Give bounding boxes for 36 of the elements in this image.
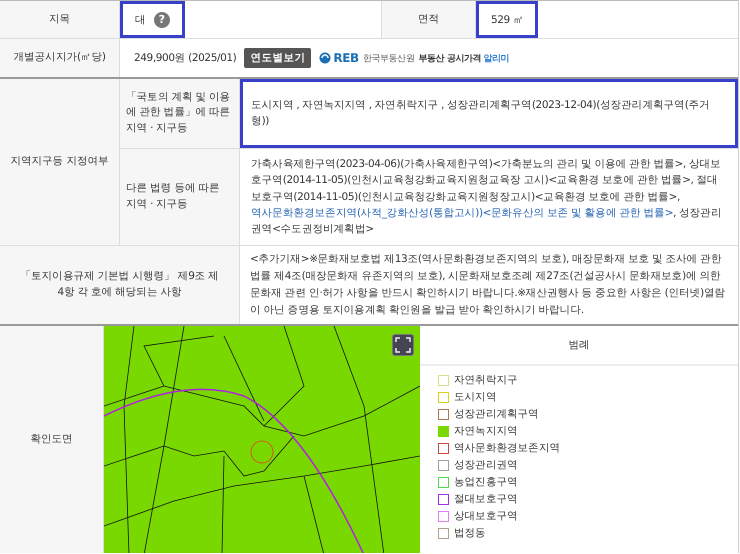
- row-label: 「토지이용규제 기본법 시행령」 제9조 제4항 각 호에 해당되는 사항: [0, 246, 240, 324]
- location-circle-icon: [250, 440, 274, 464]
- help-icon[interactable]: ?: [154, 12, 170, 28]
- row-label: 개별공시지가(㎡당): [0, 39, 120, 77]
- legend-label: 도시지역: [454, 390, 496, 405]
- legend-label: 성장관리계획구역: [454, 407, 539, 422]
- fullscreen-button[interactable]: [392, 334, 414, 356]
- logo-icon: [319, 52, 332, 64]
- yearly-view-button[interactable]: 연도별보기: [244, 48, 312, 68]
- legend-label: 자연녹지지역: [454, 424, 518, 439]
- logo-mark: REB: [333, 51, 359, 65]
- land-category-value: 대: [135, 12, 146, 26]
- row-label: 지목: [0, 1, 120, 38]
- regulation-text: <추가기재>※문화재보호법 제13조(역사문화환경보존지역의 보호), 매장문화재 보호 및 조사에 관한 법률 제4조(매장문화재 유존지역의 보호), 시문화재보호조례 제27조(건설공사시 문화재보호)에 의한 문화재 관련 인·허가 사항을 반드시 확인하시기 바랍니다.※재산권행사 등 중요한 사항은 (인터넷)열람이 아닌 증명용 토지이용계획 확인원을 발급 받아 확인하시기 바랍니다.: [249, 252, 726, 318]
- row-label: 면적: [381, 1, 476, 38]
- legend-label: 자연취락지구: [454, 373, 518, 388]
- legend-label: 법정동: [454, 526, 486, 541]
- row-label: 지역지구등 지정여부: [0, 79, 120, 245]
- legend-label: 성장관리권역: [454, 458, 518, 473]
- service-name[interactable]: 부동산 공시가격: [418, 52, 482, 64]
- map-view[interactable]: [104, 326, 420, 553]
- service-brand[interactable]: 알리미: [483, 52, 510, 64]
- legend-label: 상대보호구역: [454, 509, 518, 524]
- legend-label: 농업진흥구역: [454, 475, 518, 490]
- org-name: 한국부동산원: [362, 52, 414, 64]
- sub-label: 다른 법령 등에 따른 지역 · 지구등: [120, 148, 240, 245]
- zoning-text: 도시지역 , 자연녹지지역 , 자연취락지구 , 성장관리계획구역(2023-12-04)(성장관리계획구역(주거형)): [240, 79, 738, 148]
- zoning-text: 가축사육제한구역(2023-04-06)(가축사육제한구역)<가축분뇨의 관리 및 이용에 관한 법률>, 상대보호구역(2014-11-05)(인천시교육청강화교육지원청교육장 고시)<교육환경 보호에 관한 법률>, 절대보호구역(2014-11-05)(인천시교육청강화교육지원청장고시)<교육환경 보호에 관한 법률>, 역사문화환경보존지역(사적_강화산성(통합고시))<문화유산의 보존 및 활용에 관한 법률>, 성장관리권역<수도권정비계획법>: [250, 157, 722, 238]
- price-value: 249,900원 (2025/01): [134, 51, 236, 65]
- legend-label: 절대보호구역: [454, 492, 518, 507]
- sub-label: 「국토의 계획 및 이용에 관한 법률」에 따른 지역 · 지구등: [120, 79, 240, 148]
- legend-title: 범례: [420, 326, 738, 366]
- area-value: 529 ㎡: [491, 12, 524, 26]
- law-link[interactable]: 역사문화환경보존지역(사적_강화산성(통합고시))<문화유산의 보존 및 활용에 관한 법률>: [251, 206, 674, 219]
- legend-label: 역사문화환경보존지역: [454, 441, 560, 456]
- row-label: 확인도면: [0, 326, 104, 553]
